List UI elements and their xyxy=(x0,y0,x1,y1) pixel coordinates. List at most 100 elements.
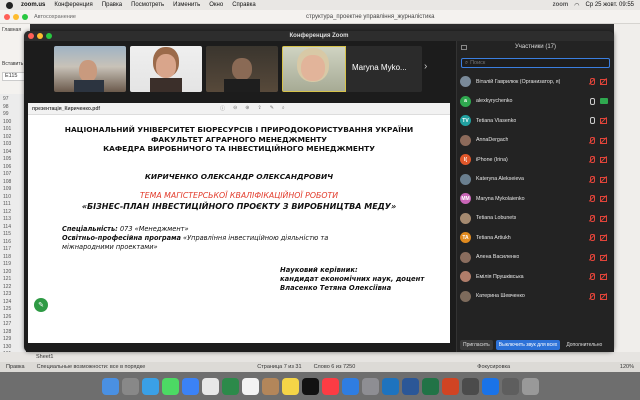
row-number[interactable]: 105 xyxy=(0,156,26,164)
video-off-icon[interactable] xyxy=(600,137,608,144)
facetime-icon[interactable] xyxy=(221,377,239,395)
contacts-icon[interactable] xyxy=(261,377,279,395)
autosave-toggle[interactable]: Автосохранение xyxy=(34,14,76,20)
row-number[interactable]: 121 xyxy=(0,276,26,284)
row-number[interactable]: 102 xyxy=(0,134,26,142)
participant-row[interactable]: Віталій Гаврилюк (Организатор, я) xyxy=(457,72,614,92)
row-number[interactable]: 97 xyxy=(0,96,26,104)
maximize-window-icon[interactable] xyxy=(22,13,28,20)
mute-all-button[interactable]: Выключить звук для всех xyxy=(495,339,561,350)
mic-muted-icon[interactable] xyxy=(588,195,595,202)
notes-icon[interactable] xyxy=(281,377,299,395)
row-number[interactable]: 125 xyxy=(0,306,26,314)
invite-button[interactable]: Пригласить xyxy=(460,339,493,350)
row-number[interactable]: 113 xyxy=(0,216,26,224)
preview-icon[interactable] xyxy=(461,377,479,395)
annotate-icon[interactable]: ✎ xyxy=(34,298,48,312)
status-accessibility[interactable]: Специальные возможности: все в порядке xyxy=(37,364,146,370)
mail-icon[interactable] xyxy=(181,377,199,395)
participant-row[interactable]: Kateryna Alekseieva xyxy=(457,170,614,190)
mic-muted-icon[interactable] xyxy=(588,156,595,163)
chevron-right-icon[interactable]: › xyxy=(424,61,427,72)
participants-search[interactable]: ⌕ xyxy=(461,58,610,68)
row-number[interactable]: 124 xyxy=(0,299,26,307)
zoom-in-icon[interactable]: ⊕ xyxy=(245,105,249,112)
participant-row[interactable]: Емілія Прушківська xyxy=(457,267,614,287)
mic-muted-icon[interactable] xyxy=(588,78,595,85)
video-off-icon[interactable] xyxy=(600,273,608,280)
row-number[interactable]: 122 xyxy=(0,284,26,292)
mic-muted-icon[interactable] xyxy=(588,273,595,280)
participant-row[interactable]: Tetiana Lobunets xyxy=(457,209,614,229)
calendar-icon[interactable] xyxy=(241,377,259,395)
search-pdf-icon[interactable]: ⌕ xyxy=(282,105,285,112)
menu-item-view[interactable]: Посмотреть xyxy=(131,2,164,8)
sheet-tab[interactable]: Sheet1 xyxy=(36,354,53,360)
row-number[interactable]: 110 xyxy=(0,194,26,202)
participant-row[interactable]: AnnaDergach xyxy=(457,131,614,151)
row-number[interactable]: 127 xyxy=(0,321,26,329)
share-icon[interactable]: ⇪ xyxy=(258,105,262,112)
row-number[interactable]: 107 xyxy=(0,171,26,179)
mic-muted-icon[interactable] xyxy=(588,292,595,300)
participant-row[interactable]: I(iPhone (Irina) xyxy=(457,150,614,170)
video-off-icon[interactable] xyxy=(600,234,608,241)
video-thumb-1[interactable] xyxy=(54,46,126,92)
app-store-icon[interactable] xyxy=(341,377,359,395)
row-number[interactable]: 126 xyxy=(0,314,26,322)
row-number[interactable]: 112 xyxy=(0,209,26,217)
row-number[interactable]: 108 xyxy=(0,179,26,187)
word-icon[interactable] xyxy=(401,377,419,395)
menu-app-name[interactable]: zoom.us xyxy=(21,2,45,8)
zoom-icon[interactable] xyxy=(381,377,399,395)
participant-row[interactable]: TV Tetiana Vlasenko xyxy=(457,111,614,131)
menu-item-window[interactable]: Окно xyxy=(209,2,223,8)
participant-row[interactable]: Катерина Шевченко xyxy=(457,287,614,307)
settings-icon[interactable] xyxy=(361,377,379,395)
mic-muted-icon[interactable] xyxy=(588,136,595,144)
more-options-button[interactable]: Дополнительно xyxy=(563,340,605,350)
video-off-icon[interactable] xyxy=(600,156,608,163)
video-off-icon[interactable] xyxy=(600,293,608,300)
clock[interactable]: Ср 25 жовт. 09:55 xyxy=(585,2,634,8)
mic-muted-icon[interactable] xyxy=(588,234,595,241)
row-number[interactable]: 100 xyxy=(0,119,26,127)
row-number[interactable]: 128 xyxy=(0,329,26,337)
safari-icon[interactable] xyxy=(141,377,159,395)
minimize-window-icon[interactable] xyxy=(13,13,19,20)
row-number[interactable]: 109 xyxy=(0,186,26,194)
mic-icon[interactable] xyxy=(588,117,595,124)
participant-row[interactable]: Алена Василенко xyxy=(457,248,614,268)
video-off-icon[interactable] xyxy=(600,195,608,202)
finder-icon[interactable] xyxy=(101,377,119,395)
menu-item-help[interactable]: Справка xyxy=(232,2,256,8)
row-number[interactable]: 118 xyxy=(0,254,26,262)
messages-icon[interactable] xyxy=(161,377,179,395)
markup-icon[interactable]: ✎ xyxy=(270,105,274,112)
video-off-icon[interactable] xyxy=(600,78,608,85)
row-number[interactable]: 111 xyxy=(0,201,26,209)
mic-icon[interactable] xyxy=(588,97,595,105)
mic-muted-icon[interactable] xyxy=(588,175,595,183)
row-number[interactable]: 103 xyxy=(0,141,26,149)
participant-row[interactable]: a alexkyrychenko xyxy=(457,92,614,112)
cell-reference-box[interactable]: E115 xyxy=(2,72,26,81)
row-number[interactable]: 117 xyxy=(0,246,26,254)
row-number[interactable]: 101 xyxy=(0,126,26,134)
row-number[interactable]: 120 xyxy=(0,269,26,277)
video-thumb-2[interactable] xyxy=(130,46,202,92)
info-icon[interactable]: ⓘ xyxy=(220,105,225,112)
video-thumb-3[interactable] xyxy=(206,46,278,92)
video-thumb-4[interactable]: Maryna Myko... xyxy=(282,46,422,92)
search-input[interactable] xyxy=(470,60,571,66)
downloads-icon[interactable] xyxy=(501,377,519,395)
row-number[interactable]: 115 xyxy=(0,231,26,239)
tv-icon[interactable] xyxy=(301,377,319,395)
row-number[interactable]: 114 xyxy=(0,224,26,232)
row-number[interactable]: 130 xyxy=(0,344,26,352)
video-on-icon[interactable] xyxy=(600,97,608,104)
row-number[interactable]: 116 xyxy=(0,239,26,247)
chrome-icon[interactable] xyxy=(481,377,499,395)
powerpoint-icon[interactable] xyxy=(441,377,459,395)
trash-icon[interactable] xyxy=(521,377,539,395)
